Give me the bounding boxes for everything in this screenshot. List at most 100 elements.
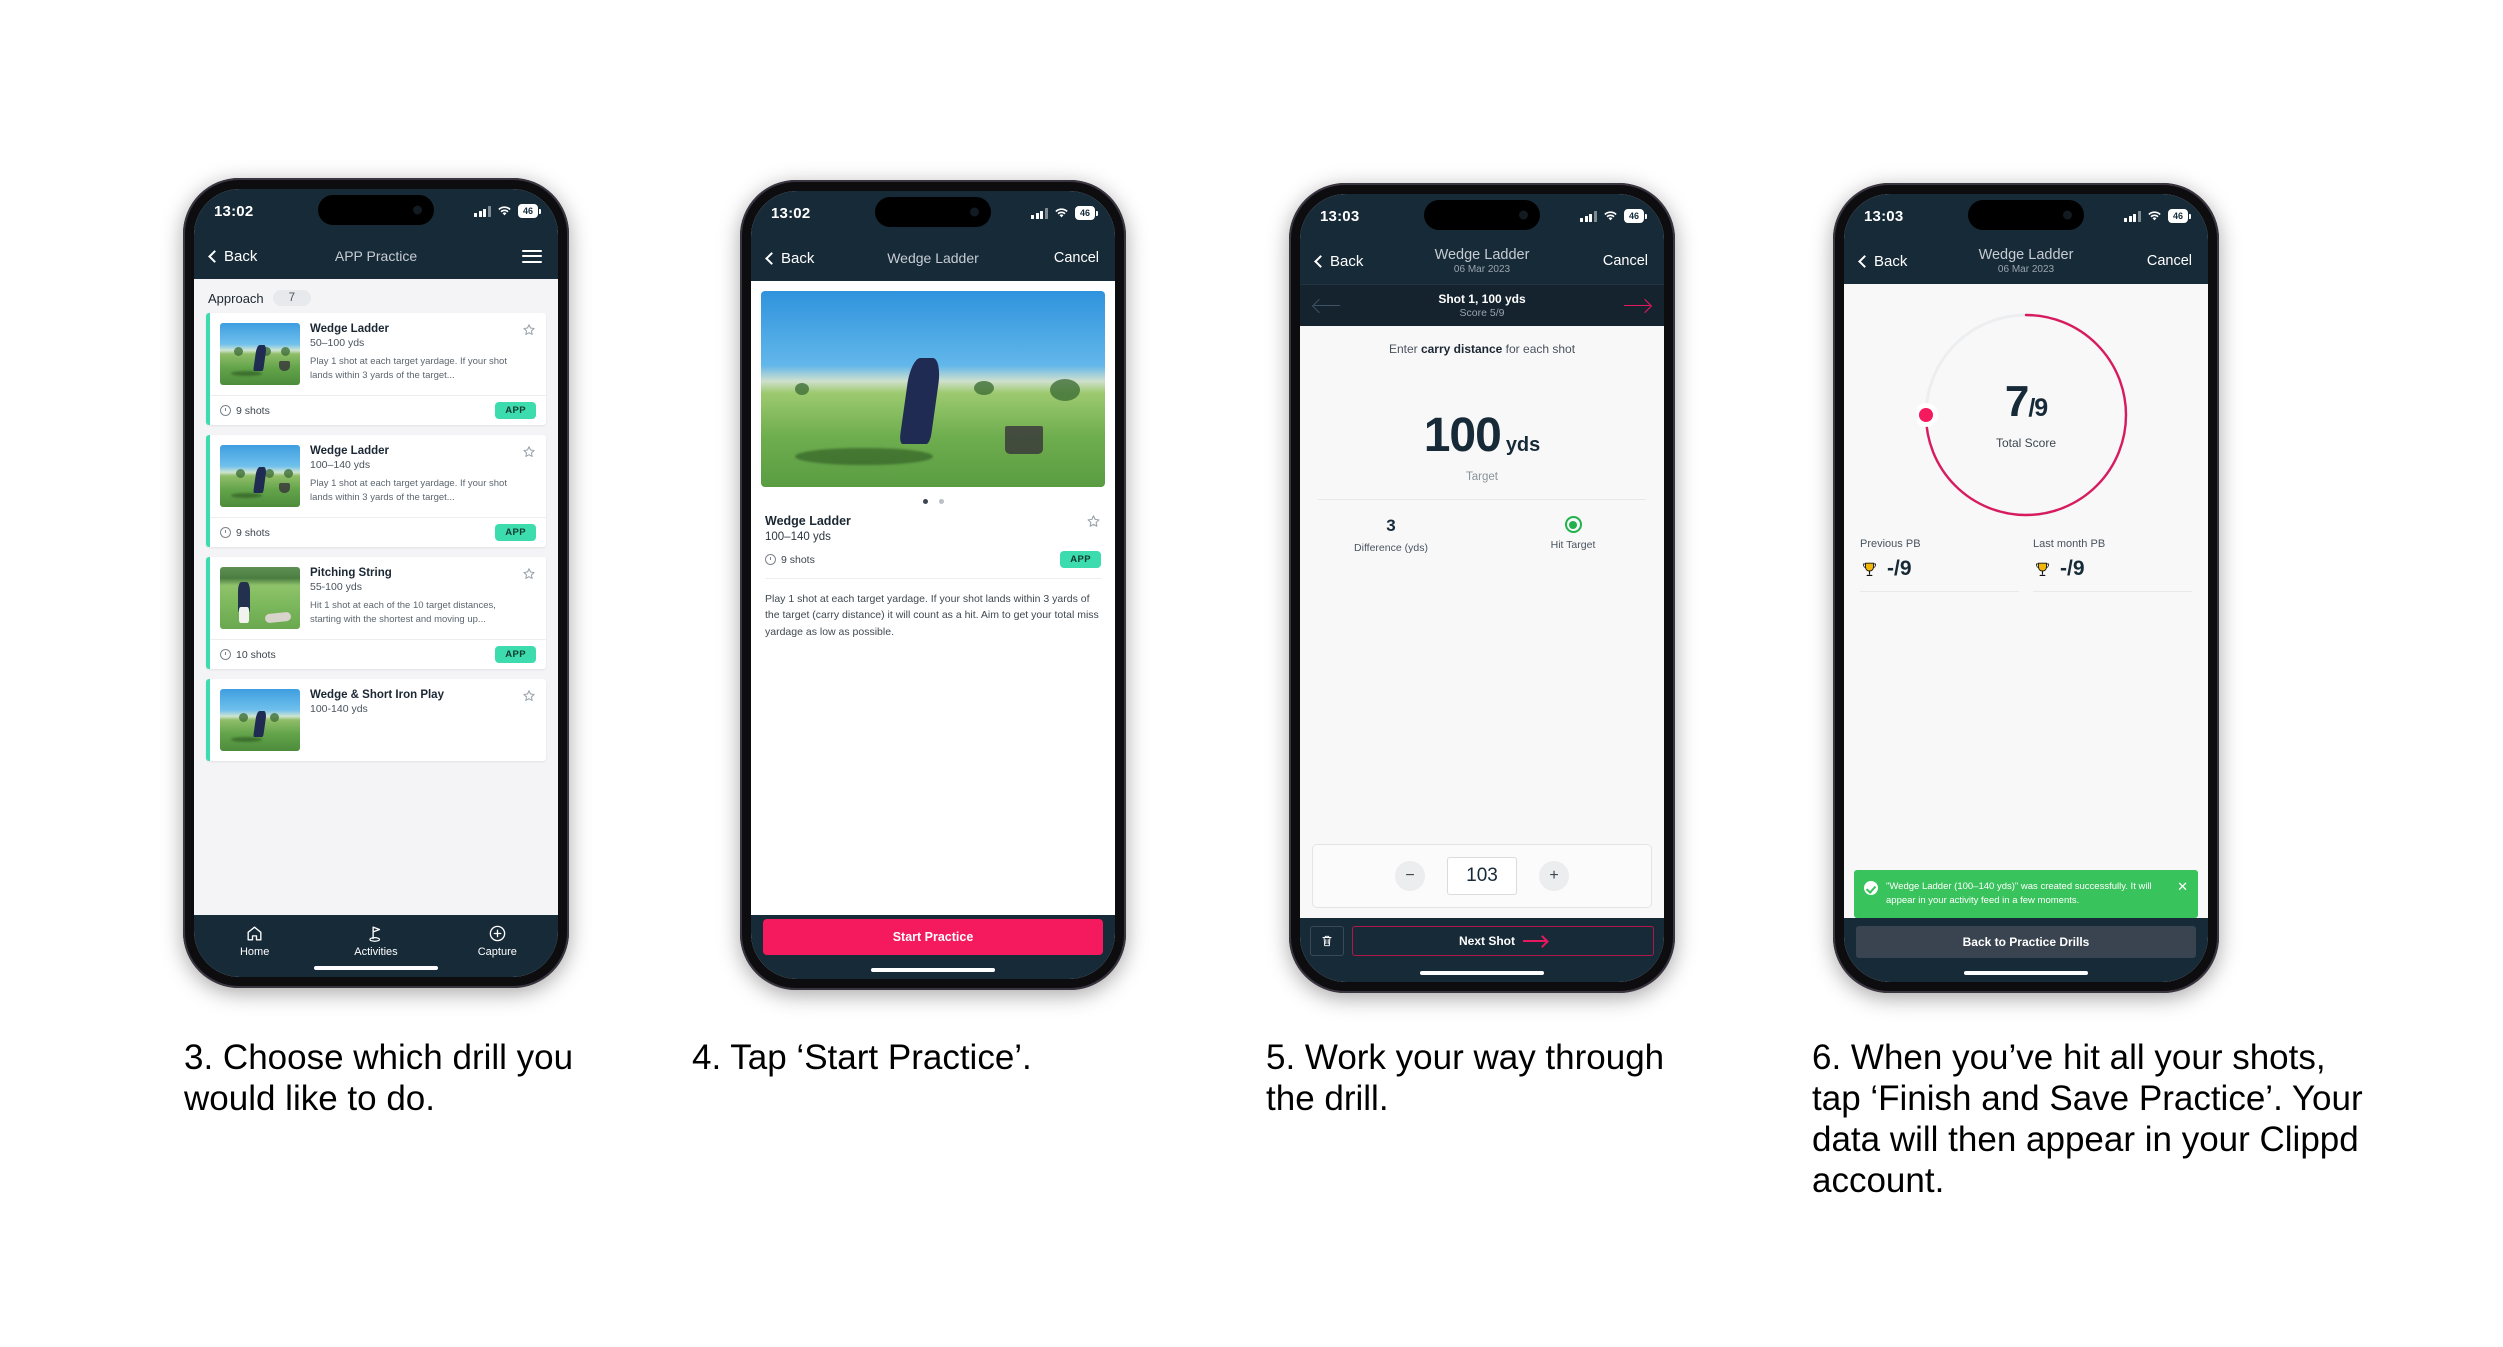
caption-step-5: 5. Work your way through the drill. — [1266, 1038, 1665, 1118]
menu-icon[interactable] — [522, 246, 542, 266]
favorite-star-icon[interactable] — [522, 445, 536, 459]
gauge-center: 7/9 Total Score — [1917, 306, 2135, 524]
home-indicator — [1420, 970, 1544, 975]
tab-bar[interactable]: Home Activities Capture — [194, 915, 558, 977]
page-title: Wedge Ladder 06 Mar 2023 — [1979, 247, 2074, 275]
back-button[interactable]: Back — [1858, 253, 1907, 270]
cellular-signal-icon — [474, 205, 491, 217]
chevron-left-icon — [1858, 254, 1871, 268]
front-camera-icon — [970, 207, 979, 217]
back-button[interactable]: Back — [208, 248, 257, 265]
card-info: Pitching String 55-100 yds Hit 1 shot at… — [310, 567, 536, 629]
page-title: Wedge Ladder 06 Mar 2023 — [1435, 247, 1530, 275]
drill-range: 100–140 yds — [765, 531, 831, 543]
list-item[interactable]: Wedge & Short Iron Play 100-140 yds — [206, 679, 546, 761]
drill-title: Wedge Ladder — [310, 445, 390, 457]
previous-shot-arrow-icon[interactable] — [1314, 299, 1340, 313]
card-footer: 10 shots APP — [210, 639, 546, 669]
list-item[interactable]: Wedge Ladder 50–100 yds Play 1 shot at e… — [206, 313, 546, 425]
back-to-practice-drills-button[interactable]: Back to Practice Drills — [1856, 926, 2196, 958]
list-item[interactable]: Pitching String 55-100 yds Hit 1 shot at… — [206, 557, 546, 669]
start-practice-button[interactable]: Start Practice — [763, 919, 1103, 955]
tab-capture[interactable]: Capture — [457, 924, 537, 958]
card-footer: 9 shots APP — [210, 395, 546, 425]
nav-title-date: 06 Mar 2023 — [1453, 264, 1511, 275]
next-shot-arrow-icon[interactable] — [1624, 299, 1650, 313]
previous-pb: Previous PB -/9 — [1860, 538, 2019, 592]
favorite-star-icon[interactable] — [522, 567, 536, 581]
chevron-left-icon — [765, 251, 778, 265]
divider — [2033, 591, 2192, 592]
favorite-star-icon[interactable] — [1086, 514, 1101, 529]
target-distance: 100 yds — [1300, 408, 1664, 463]
drill-range: 50–100 yds — [310, 337, 365, 349]
drill-range: 100–140 yds — [310, 459, 371, 471]
previous-pb-label: Previous PB — [1860, 538, 1921, 550]
target-caption: Target — [1466, 471, 1498, 483]
clock-icon — [220, 649, 231, 660]
drill-list[interactable]: Approach 7 Wedge Ladder 50–100 yds Play … — [194, 279, 558, 915]
carry-distance-input[interactable]: 103 — [1447, 857, 1517, 895]
last-month-pb-label: Last month PB — [2033, 538, 2106, 550]
prompt-pre: Enter — [1388, 342, 1421, 356]
favorite-star-icon[interactable] — [522, 323, 536, 337]
drill-title: Wedge & Short Iron Play — [310, 689, 444, 701]
home-indicator — [314, 965, 438, 970]
dynamic-island — [875, 197, 991, 227]
card-top: Wedge & Short Iron Play 100-140 yds — [210, 679, 546, 761]
shots-count: 9 shots — [765, 554, 815, 566]
toast-message: "Wedge Ladder (100–140 yds)" was created… — [1886, 880, 2152, 906]
increment-button[interactable]: + — [1539, 861, 1569, 891]
tab-activities[interactable]: Activities — [336, 924, 416, 958]
drill-thumbnail — [220, 567, 300, 629]
phone-4-screen: 13:03 46 Back Wedge Ladder 06 Mar 2023 C… — [1844, 194, 2208, 982]
target-unit: yds — [1505, 434, 1541, 456]
drill-hero-image[interactable] — [761, 291, 1105, 487]
back-button[interactable]: Back — [1314, 253, 1363, 270]
phone-4: 13:03 46 Back Wedge Ladder 06 Mar 2023 C… — [1833, 183, 2219, 993]
tab-home[interactable]: Home — [215, 924, 295, 958]
battery-indicator: 46 — [1074, 206, 1098, 220]
quantity-stepper[interactable]: − 103 + — [1312, 844, 1652, 908]
summary-body: 7/9 Total Score Previous PB -/9 Last mon… — [1844, 284, 2208, 918]
list-item[interactable]: Wedge Ladder 100–140 yds Play 1 shot at … — [206, 435, 546, 547]
nav-title-main: Wedge Ladder — [1978, 247, 2074, 263]
stat-hit-target: Hit Target — [1482, 516, 1664, 554]
next-shot-button[interactable]: Next Shot — [1352, 926, 1654, 956]
drill-description: Hit 1 shot at each of the 10 target dist… — [310, 600, 496, 625]
trophy-icon — [1863, 562, 1876, 576]
nav-bar: Back Wedge Ladder 06 Mar 2023 Cancel — [1300, 238, 1664, 284]
cancel-button[interactable]: Cancel — [1054, 250, 1099, 266]
back-button[interactable]: Back — [765, 250, 814, 267]
home-indicator — [1964, 970, 2088, 975]
favorite-star-icon[interactable] — [522, 689, 536, 703]
cellular-signal-icon — [2124, 210, 2141, 222]
status-bar: 13:03 46 — [1300, 194, 1664, 238]
delete-shot-button[interactable] — [1310, 926, 1344, 956]
decrement-button[interactable]: − — [1395, 861, 1425, 891]
drill-description: Play 1 shot at each target yardage. If y… — [310, 356, 507, 381]
status-time: 13:02 — [771, 204, 811, 222]
clock-icon — [220, 405, 231, 416]
hit-target-icon — [1564, 516, 1582, 533]
card-top: Pitching String 55-100 yds Hit 1 shot at… — [210, 557, 546, 639]
success-toast: "Wedge Ladder (100–140 yds)" was created… — [1854, 869, 2198, 918]
carousel-dot[interactable] — [938, 499, 944, 504]
golf-flag-icon — [369, 926, 381, 942]
carousel-dot-active[interactable] — [922, 499, 928, 504]
cancel-button[interactable]: Cancel — [1603, 253, 1648, 269]
last-month-pb-value: -/9 — [2060, 557, 2085, 580]
tab-capture-label: Capture — [477, 946, 517, 958]
status-indicators: 46 — [1031, 206, 1098, 220]
divider — [765, 578, 1101, 579]
cellular-signal-icon — [1031, 207, 1048, 219]
front-camera-icon — [2063, 210, 2072, 220]
close-icon[interactable]: ✕ — [2177, 880, 2188, 893]
drill-description: Play 1 shot at each target yardage. If y… — [765, 593, 1099, 638]
card-footer: 9 shots APP — [210, 517, 546, 547]
carousel-dots[interactable] — [751, 487, 1115, 514]
front-camera-icon — [1519, 210, 1528, 220]
card-top: Wedge Ladder 100–140 yds Play 1 shot at … — [210, 435, 546, 517]
cancel-button[interactable]: Cancel — [2147, 253, 2192, 269]
score-numerator: 7 — [2004, 377, 2030, 426]
